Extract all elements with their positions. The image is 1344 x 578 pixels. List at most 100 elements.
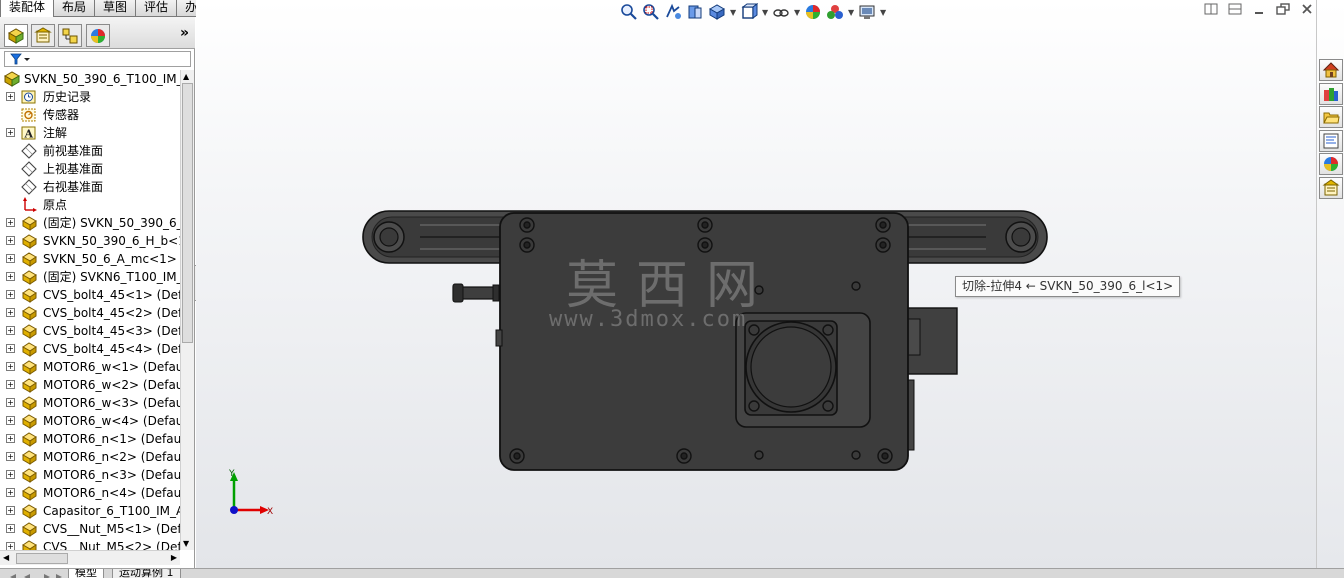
tree-item[interactable]: + MOTOR6_w<2> (Defau <box>0 376 180 394</box>
expand-icon[interactable]: + <box>6 254 15 263</box>
tab-navigation[interactable] <box>4 570 64 578</box>
tree-item-label: MOTOR6_n<3> (Defaul <box>43 468 180 482</box>
tree-item[interactable]: + CVS_bolt4_45<1> (Defa <box>0 286 180 304</box>
expand-icon[interactable]: + <box>6 506 15 515</box>
tree-horizontal-scrollbar[interactable]: ◀ ▶ <box>0 550 180 565</box>
part-icon <box>21 431 38 447</box>
tree-item[interactable]: + MOTOR6_n<2> (Defaul <box>0 448 180 466</box>
scroll-thumb[interactable] <box>182 83 193 343</box>
tree-item[interactable]: + CVS_bolt4_45<4> (Defa <box>0 340 180 358</box>
part-icon <box>21 215 38 231</box>
home-icon[interactable] <box>1319 59 1343 81</box>
scroll-up-icon[interactable]: ▲ <box>183 72 189 81</box>
expand-icon[interactable]: + <box>6 470 15 479</box>
expand-icon[interactable]: + <box>6 542 15 550</box>
expand-icon[interactable]: + <box>6 452 15 461</box>
tree-item[interactable]: + SVKN_50_6_A_mc<1> (I <box>0 250 180 268</box>
idler-pulley-left <box>373 221 405 253</box>
annotations-icon: A <box>21 125 38 141</box>
expand-icon[interactable]: + <box>6 218 15 227</box>
tree-filter[interactable] <box>4 51 191 67</box>
expand-icon[interactable]: + <box>6 290 15 299</box>
tree-item[interactable]: 上视基准面 <box>0 160 180 178</box>
tree-item[interactable]: + SVKN_50_390_6_H_b<1 <box>0 232 180 250</box>
configurationmanager-icon[interactable] <box>58 24 82 47</box>
scroll-down-icon[interactable]: ▼ <box>183 539 189 548</box>
tree-item[interactable]: + MOTOR6_w<3> (Defau <box>0 394 180 412</box>
tree-item[interactable]: + Capasitor_6_T100_IM_A <box>0 502 180 520</box>
expand-icon[interactable]: + <box>6 344 15 353</box>
part-icon <box>21 449 38 465</box>
tree-item-label: 前视基准面 <box>43 144 104 158</box>
tab-assembly[interactable]: 装配体 <box>0 0 55 17</box>
tree-item[interactable]: + A 注解 <box>0 124 180 142</box>
tab-motion-study[interactable]: 运动算例 1 <box>112 569 181 578</box>
tree-item[interactable]: 原点 <box>0 196 180 214</box>
part-icon <box>21 485 38 501</box>
file-explorer-icon[interactable] <box>1319 106 1343 128</box>
expand-icon[interactable]: + <box>6 236 15 245</box>
assembly-icon <box>3 71 21 87</box>
tree-item[interactable]: + 历史记录 <box>0 88 180 106</box>
tree-item[interactable]: + CVS_bolt4_45<2> (Defa <box>0 304 180 322</box>
appearances-icon[interactable] <box>1319 153 1343 175</box>
tree-item[interactable]: + (固定) SVKN_50_390_6_l <box>0 214 180 232</box>
expand-icon[interactable]: + <box>6 92 15 101</box>
part-icon <box>21 323 38 339</box>
expand-icon[interactable]: + <box>6 326 15 335</box>
custom-properties-icon[interactable] <box>1319 177 1343 199</box>
tree-item[interactable]: + CVS__Nut_M5<2> (Defa <box>0 538 180 550</box>
appearance-icon[interactable] <box>86 24 110 47</box>
tree-vertical-scrollbar[interactable]: ▲ ▼ <box>180 70 194 550</box>
feature-manager-panel: » SVKN_50_390_6_T100_IM_1 + 历史记录 传感器 + A 注解 前视… <box>0 17 195 570</box>
tab-evaluate[interactable]: 评估 <box>135 0 178 17</box>
tree-item[interactable]: + MOTOR6_n<1> (Defaul <box>0 430 180 448</box>
featuremanager-icon[interactable] <box>4 24 28 47</box>
tree-item[interactable]: 右视基准面 <box>0 178 180 196</box>
part-icon <box>21 251 38 267</box>
tree-item[interactable]: + CVS_bolt4_45<3> (Defa <box>0 322 180 340</box>
expand-icon[interactable]: + <box>6 128 15 137</box>
tab-layout[interactable]: 布局 <box>53 0 96 17</box>
tree-item[interactable]: + MOTOR6_w<4> (Defau <box>0 412 180 430</box>
selection-tooltip: 切除-拉伸4 ← SVKN_50_390_6_l<1> <box>955 276 1181 297</box>
scroll-right-icon[interactable]: ▶ <box>171 553 177 562</box>
panel-expand-button[interactable]: » <box>180 25 189 41</box>
tab-model[interactable]: 模型 <box>68 569 104 578</box>
tree-item[interactable]: + MOTOR6_n<3> (Defaul <box>0 466 180 484</box>
expand-icon[interactable]: + <box>6 524 15 533</box>
tree-root-label: SVKN_50_390_6_T100_IM_1 <box>24 72 180 86</box>
expand-icon[interactable]: + <box>6 416 15 425</box>
tree-item-label: CVS_bolt4_45<4> (Defa <box>43 342 180 356</box>
expand-icon[interactable]: + <box>6 434 15 443</box>
tree-item-label: (固定) SVKN_50_390_6_l <box>43 216 180 230</box>
expand-icon[interactable]: + <box>6 308 15 317</box>
tree-item[interactable]: + MOTOR6_w<1> (Defau <box>0 358 180 376</box>
graphics-area[interactable]: ▼ ▼ ▼ ▼ ▼ 莫西网 www.3dmox.com 切除-拉伸4 ← SVK… <box>196 0 1316 568</box>
expand-icon[interactable]: + <box>6 362 15 371</box>
expand-icon[interactable]: + <box>6 398 15 407</box>
tree-item-label: 历史记录 <box>43 90 92 104</box>
scroll-left-icon[interactable]: ◀ <box>3 553 9 562</box>
reference-triad: Y X <box>228 469 273 517</box>
tree-item[interactable]: + (固定) SVKN6_T100_IM_ <box>0 268 180 286</box>
tree-item[interactable]: + MOTOR6_n<4> (Defaul <box>0 484 180 502</box>
part-icon <box>21 359 38 375</box>
part-icon <box>21 377 38 393</box>
filter-icon[interactable] <box>10 53 32 66</box>
design-library-icon[interactable] <box>1319 83 1343 105</box>
tree-item[interactable]: + CVS__Nut_M5<1> (Defa <box>0 520 180 538</box>
tab-sketch[interactable]: 草图 <box>94 0 137 17</box>
view-palette-icon[interactable] <box>1319 130 1343 152</box>
tree-item-label: MOTOR6_n<1> (Defaul <box>43 432 180 446</box>
expand-icon[interactable]: + <box>6 380 15 389</box>
plane-icon <box>21 161 38 177</box>
expand-icon[interactable]: + <box>6 488 15 497</box>
tree-item[interactable]: 前视基准面 <box>0 142 180 160</box>
tree-root[interactable]: SVKN_50_390_6_T100_IM_1 <box>0 70 180 88</box>
tree-item[interactable]: 传感器 <box>0 106 180 124</box>
expand-icon[interactable]: + <box>6 272 15 281</box>
scroll-thumb[interactable] <box>16 553 68 564</box>
shaft-pin <box>452 283 504 303</box>
propertymanager-icon[interactable] <box>31 24 55 47</box>
